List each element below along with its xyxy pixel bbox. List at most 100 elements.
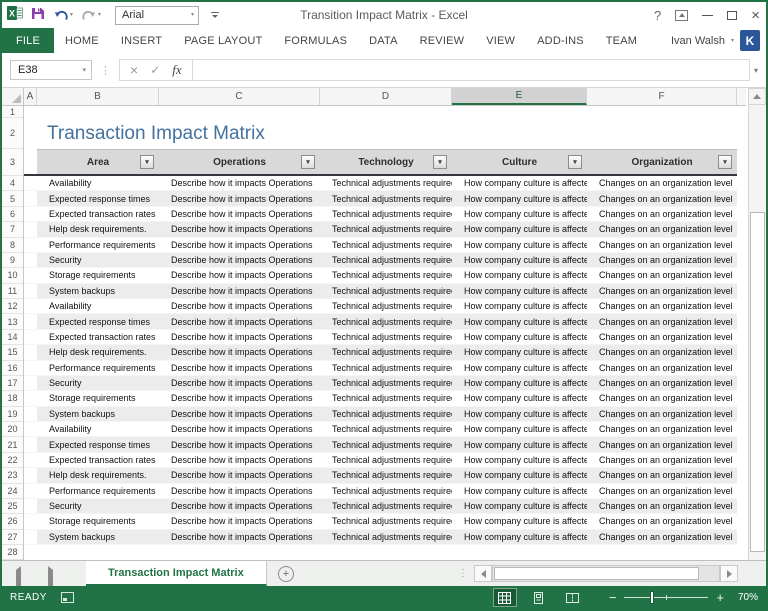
cell-technology[interactable]: Technical adjustments required <box>320 406 452 421</box>
undo-dropdown-icon[interactable]: ▾ <box>70 12 73 18</box>
row-header-18[interactable]: 18 <box>2 391 23 407</box>
cell-technology[interactable]: Technical adjustments required <box>320 375 452 391</box>
save-icon[interactable] <box>31 6 45 25</box>
cell-area[interactable]: Security <box>37 375 159 391</box>
cell-organization[interactable]: Changes on an organization level <box>587 484 737 498</box>
cell-culture[interactable]: How company culture is affected <box>452 252 587 268</box>
cell-technology[interactable]: Technical adjustments required <box>320 345 452 360</box>
cell-operations[interactable]: Describe how it impacts Operations <box>159 468 320 483</box>
cell-area[interactable]: Performance requirements <box>37 361 159 375</box>
undo-button[interactable]: ▾ <box>53 8 73 22</box>
cell-culture[interactable]: How company culture is affected <box>452 268 587 282</box>
ribbon-tab-review[interactable]: REVIEW <box>409 28 476 53</box>
row-header-16[interactable]: 16 <box>2 361 23 376</box>
cell-operations[interactable]: Describe how it impacts Operations <box>159 484 320 498</box>
cell-operations[interactable]: Describe how it impacts Operations <box>159 207 320 221</box>
row-header-4[interactable]: 4 <box>2 176 23 192</box>
cell-culture[interactable]: How company culture is affected <box>452 391 587 405</box>
normal-view-button[interactable] <box>492 588 517 607</box>
cell-culture[interactable]: How company culture is affected <box>452 375 587 391</box>
cell-a[interactable] <box>24 406 37 421</box>
cell-culture[interactable]: How company culture is affected <box>452 191 587 206</box>
macro-record-icon[interactable] <box>60 592 74 603</box>
cell-a[interactable] <box>24 514 37 529</box>
table-header-operations[interactable]: Operations ▾ <box>159 149 320 174</box>
insert-function-icon[interactable]: fx <box>172 62 181 78</box>
cell-technology[interactable]: Technical adjustments required <box>320 191 452 206</box>
account-area[interactable]: Ivan Walsh ▾ K <box>671 28 760 53</box>
table-header-culture[interactable]: Culture ▾ <box>452 149 587 174</box>
cell-technology[interactable]: Technical adjustments required <box>320 207 452 221</box>
cell-culture[interactable]: How company culture is affected <box>452 498 587 514</box>
cell-organization[interactable]: Changes on an organization level <box>587 468 737 483</box>
cell-technology[interactable]: Technical adjustments required <box>320 498 452 514</box>
filter-button-culture[interactable]: ▾ <box>568 155 582 169</box>
cell-area[interactable]: Help desk requirements. <box>37 468 159 483</box>
sheet-tab-active[interactable]: Transaction Impact Matrix <box>86 561 267 586</box>
row-header-14[interactable]: 14 <box>2 330 23 346</box>
cell-area[interactable]: Expected transaction rates <box>37 207 159 221</box>
cell-a[interactable] <box>24 237 37 252</box>
ribbon-tab-data[interactable]: DATA <box>358 28 409 53</box>
cell-culture[interactable]: How company culture is affected <box>452 207 587 221</box>
cell-a[interactable] <box>24 452 37 468</box>
select-all-corner[interactable] <box>2 88 24 105</box>
cell-organization[interactable]: Changes on an organization level <box>587 222 737 237</box>
cell-operations[interactable]: Describe how it impacts Operations <box>159 345 320 360</box>
hscroll-left-button[interactable] <box>474 565 492 582</box>
cell-area[interactable]: Expected response times <box>37 314 159 329</box>
cell-technology[interactable]: Technical adjustments required <box>320 529 452 544</box>
cell-operations[interactable]: Describe how it impacts Operations <box>159 529 320 544</box>
cell-a[interactable] <box>24 283 37 298</box>
cell-operations[interactable]: Describe how it impacts Operations <box>159 498 320 514</box>
cell-area[interactable]: Performance requirements <box>37 484 159 498</box>
font-name-combobox[interactable]: Arial ▾ <box>115 5 200 25</box>
cell-technology[interactable]: Technical adjustments required <box>320 361 452 375</box>
close-button[interactable]: × <box>751 8 760 23</box>
row-header-8[interactable]: 8 <box>2 238 23 253</box>
cell-organization[interactable]: Changes on an organization level <box>587 453 737 467</box>
cell-culture[interactable]: How company culture is affected <box>452 514 587 528</box>
cell-operations[interactable]: Describe how it impacts Operations <box>159 375 320 391</box>
cell-operations[interactable]: Describe how it impacts Operations <box>159 314 320 329</box>
cell-operations[interactable]: Describe how it impacts Operations <box>159 453 320 467</box>
cell-operations[interactable]: Describe how it impacts Operations <box>159 406 320 421</box>
cell-operations[interactable]: Describe how it impacts Operations <box>159 299 320 313</box>
empty-row[interactable] <box>24 545 737 560</box>
row-header-10[interactable]: 10 <box>2 268 23 284</box>
cell-technology[interactable]: Technical adjustments required <box>320 453 452 467</box>
column-header-a[interactable]: A <box>24 88 37 105</box>
cell-organization[interactable]: Changes on an organization level <box>587 191 737 206</box>
empty-row[interactable] <box>24 106 737 118</box>
cell-a[interactable] <box>24 206 37 222</box>
ribbon-tab-add-ins[interactable]: ADD-INS <box>526 28 595 53</box>
cell-operations[interactable]: Describe how it impacts Operations <box>159 252 320 268</box>
cell-technology[interactable]: Technical adjustments required <box>320 238 452 252</box>
cell-a[interactable] <box>24 360 37 375</box>
cell-area[interactable]: Help desk requirements. <box>37 345 159 360</box>
row-header-28[interactable]: 28 <box>2 545 23 560</box>
cell-organization[interactable]: Changes on an organization level <box>587 252 737 268</box>
cell-technology[interactable]: Technical adjustments required <box>320 391 452 405</box>
cell-area[interactable]: Expected response times <box>37 437 159 452</box>
cell-a[interactable] <box>24 375 37 391</box>
filter-button-operations[interactable]: ▾ <box>301 155 315 169</box>
minimize-button[interactable] <box>702 14 714 16</box>
cell-a[interactable] <box>24 437 37 452</box>
cell-culture[interactable]: How company culture is affected <box>452 299 587 313</box>
cell-area[interactable]: Help desk requirements. <box>37 222 159 237</box>
avatar[interactable]: K <box>740 30 760 51</box>
cell-organization[interactable]: Changes on an organization level <box>587 314 737 329</box>
row-header-11[interactable]: 11 <box>2 284 23 299</box>
zoom-out-button[interactable]: − <box>609 591 617 604</box>
cell-operations[interactable]: Describe how it impacts Operations <box>159 361 320 375</box>
row-header-25[interactable]: 25 <box>2 499 23 515</box>
cell-organization[interactable]: Changes on an organization level <box>587 375 737 391</box>
horizontal-scrollbar[interactable] <box>492 565 720 582</box>
cell-area[interactable]: Expected transaction rates <box>37 330 159 344</box>
horizontal-scrollbar-thumb[interactable] <box>494 567 699 580</box>
cell-organization[interactable]: Changes on an organization level <box>587 345 737 360</box>
cell-a[interactable] <box>24 176 37 191</box>
table-header-technology[interactable]: Technology ▾ <box>320 149 452 174</box>
row-header-13[interactable]: 13 <box>2 314 23 330</box>
